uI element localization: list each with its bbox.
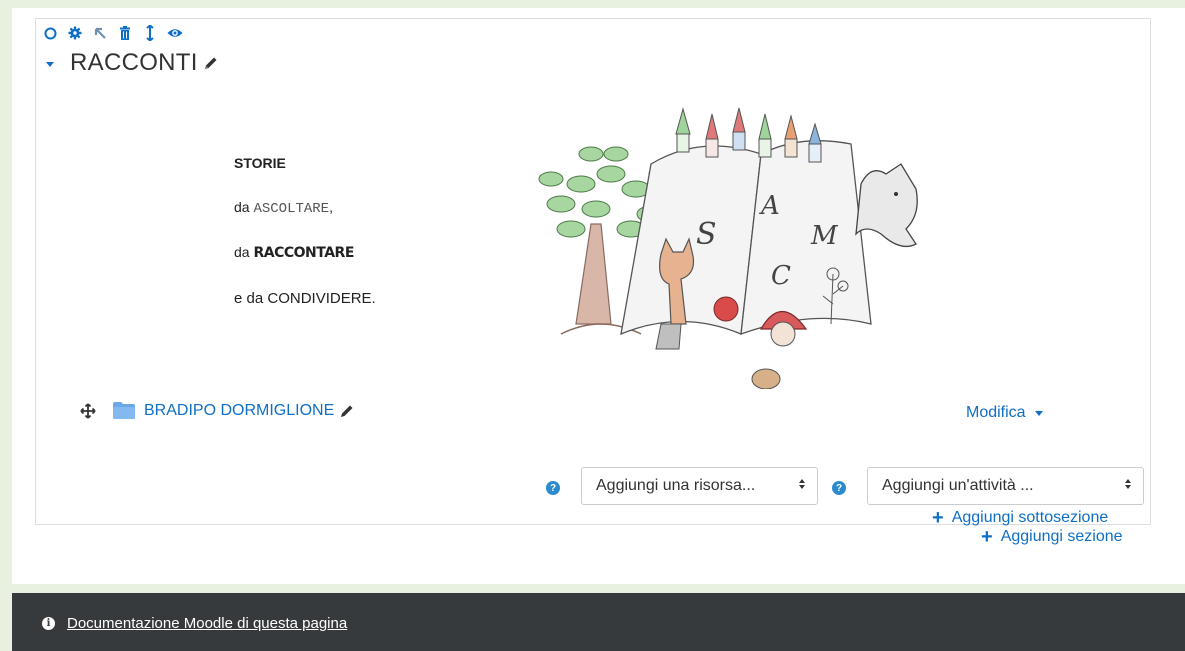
story-line-2: da ASCOLTARE, bbox=[234, 199, 333, 217]
section-toolbar bbox=[42, 25, 183, 41]
page-footer: i Documentazione Moodle di questa pagina bbox=[12, 593, 1185, 651]
info-icon: i bbox=[42, 617, 55, 630]
story-line-3-word: RACCONTARE bbox=[253, 245, 354, 261]
help-icon-activity[interactable]: ? bbox=[832, 481, 846, 495]
select-arrows-icon bbox=[1125, 479, 1131, 489]
plus-icon: + bbox=[981, 526, 993, 548]
select-arrows-icon bbox=[799, 479, 805, 489]
collapse-caret-icon[interactable] bbox=[46, 61, 54, 67]
story-line-3: da RACCONTARE bbox=[234, 244, 354, 261]
story-line-2-suffix: , bbox=[329, 199, 333, 215]
trash-icon[interactable] bbox=[117, 25, 133, 41]
circle-icon[interactable] bbox=[42, 25, 58, 41]
folder-icon bbox=[112, 401, 136, 420]
activity-row: BRADIPO DORMIGLIONE bbox=[80, 401, 354, 420]
arrow-up-left-icon[interactable] bbox=[92, 25, 108, 41]
activity-pencil-icon[interactable] bbox=[340, 404, 354, 418]
chevron-down-icon bbox=[1034, 410, 1043, 416]
svg-text:A: A bbox=[759, 191, 780, 221]
story-line-4: e da CONDIVIDERE. bbox=[234, 290, 376, 307]
add-activity-select-value: Aggiungi un'attività ... bbox=[882, 477, 1034, 494]
story-line-2-prefix: da bbox=[234, 199, 254, 215]
course-section: RACCONTI STORIE da ASCOLTARE, da RACCONT… bbox=[35, 18, 1151, 529]
activity-link[interactable]: BRADIPO DORMIGLIONE bbox=[144, 402, 334, 420]
move-icon[interactable] bbox=[80, 402, 96, 419]
story-line-3-prefix: da bbox=[234, 244, 254, 260]
add-section-link[interactable]: + Aggiungi sezione bbox=[981, 526, 1123, 548]
footer-doc: i Documentazione Moodle di questa pagina bbox=[42, 615, 347, 632]
gear-icon[interactable] bbox=[67, 25, 83, 41]
add-subsection-label: Aggiungi sottosezione bbox=[951, 509, 1109, 526]
add-activity-select[interactable]: Aggiungi un'attività ... bbox=[867, 467, 1144, 505]
section-header: RACCONTI bbox=[44, 49, 218, 77]
svg-text:C: C bbox=[771, 261, 791, 291]
section-title: RACCONTI bbox=[70, 49, 198, 76]
story-line-1: STORIE bbox=[234, 155, 286, 171]
svg-text:S: S bbox=[696, 217, 717, 252]
svg-text:M: M bbox=[810, 221, 839, 251]
story-line-2-word: ASCOLTARE bbox=[253, 201, 330, 217]
storybook-illustration: S A M C bbox=[538, 107, 918, 389]
eye-icon[interactable] bbox=[167, 25, 183, 41]
plus-icon: + bbox=[932, 507, 944, 529]
move-vertical-icon[interactable] bbox=[142, 25, 158, 41]
edit-menu-label: Modifica bbox=[966, 404, 1026, 421]
add-subsection-link[interactable]: + Aggiungi sottosezione bbox=[932, 507, 1109, 529]
pencil-icon[interactable] bbox=[204, 56, 218, 70]
moodle-docs-link[interactable]: Documentazione Moodle di questa pagina bbox=[67, 615, 347, 632]
help-icon-resource[interactable]: ? bbox=[546, 481, 560, 495]
add-section-label: Aggiungi sezione bbox=[1000, 528, 1123, 545]
add-resource-select-value: Aggiungi una risorsa... bbox=[596, 477, 756, 494]
add-resource-select[interactable]: Aggiungi una risorsa... bbox=[581, 467, 818, 505]
edit-menu-button[interactable]: Modifica bbox=[966, 404, 1043, 422]
page-region: RACCONTI STORIE da ASCOLTARE, da RACCONT… bbox=[12, 8, 1185, 584]
